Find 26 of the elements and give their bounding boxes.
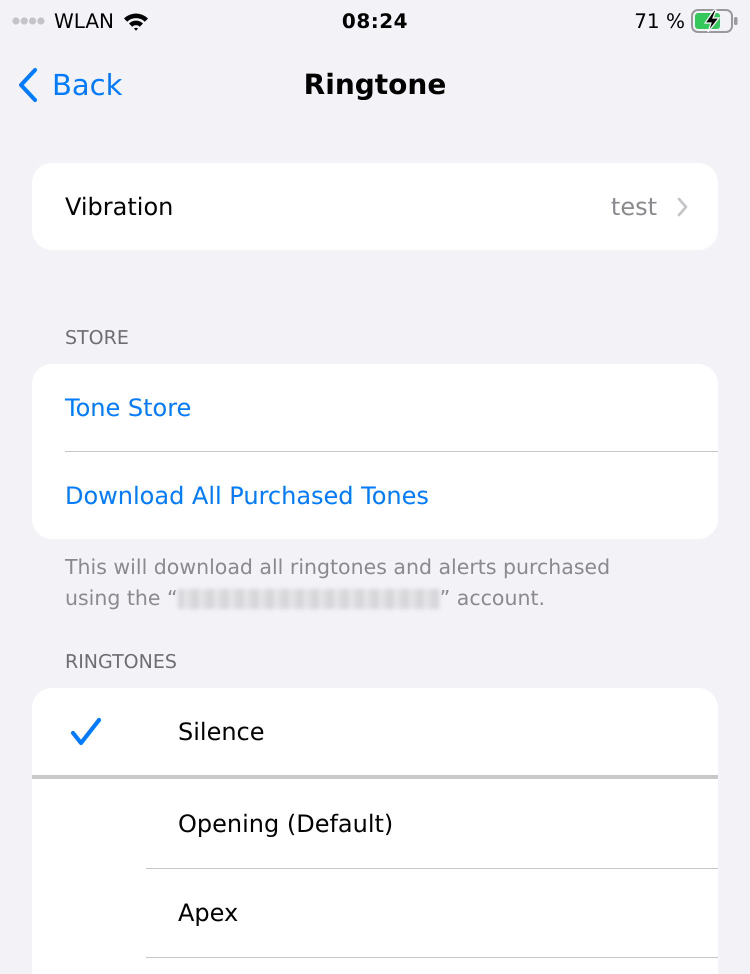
battery-percentage: 71 % <box>634 9 685 33</box>
link-row[interactable]: Download All Purchased Tones <box>32 452 718 539</box>
row-label: Vibration <box>65 192 174 220</box>
carrier-label: WLAN <box>54 9 114 33</box>
row-value: test <box>610 192 657 220</box>
ringtone-row[interactable]: Silence <box>32 688 718 775</box>
footer-text: ” account. <box>440 585 545 612</box>
section-header: RINGTONES <box>65 650 177 674</box>
ringtone-name: Silence <box>178 718 265 746</box>
ringtone-name: Opening (Default) <box>178 810 394 838</box>
back-button[interactable]: Back <box>18 67 122 103</box>
status-time: 08:24 <box>342 9 408 33</box>
chevron-left-icon <box>18 67 38 103</box>
footer-text: This will download all ringtones and alerts purchased <box>65 554 610 581</box>
ringtone-row[interactable]: Apex <box>32 869 718 957</box>
settings-row[interactable]: Vibration test <box>32 163 718 250</box>
link-row[interactable]: Tone Store <box>32 364 718 451</box>
battery-charging-icon <box>691 9 738 33</box>
signal-icon <box>12 17 45 25</box>
footer-text: using the “ <box>65 585 178 612</box>
ringtone-row[interactable]: Opening (Default) <box>32 779 718 868</box>
wifi-icon <box>123 12 150 30</box>
section-header: STORE <box>65 326 129 350</box>
nav-title: Ringtone <box>304 67 446 103</box>
ringtone-name: Apex <box>178 899 238 927</box>
chevron-right-icon <box>677 196 688 216</box>
